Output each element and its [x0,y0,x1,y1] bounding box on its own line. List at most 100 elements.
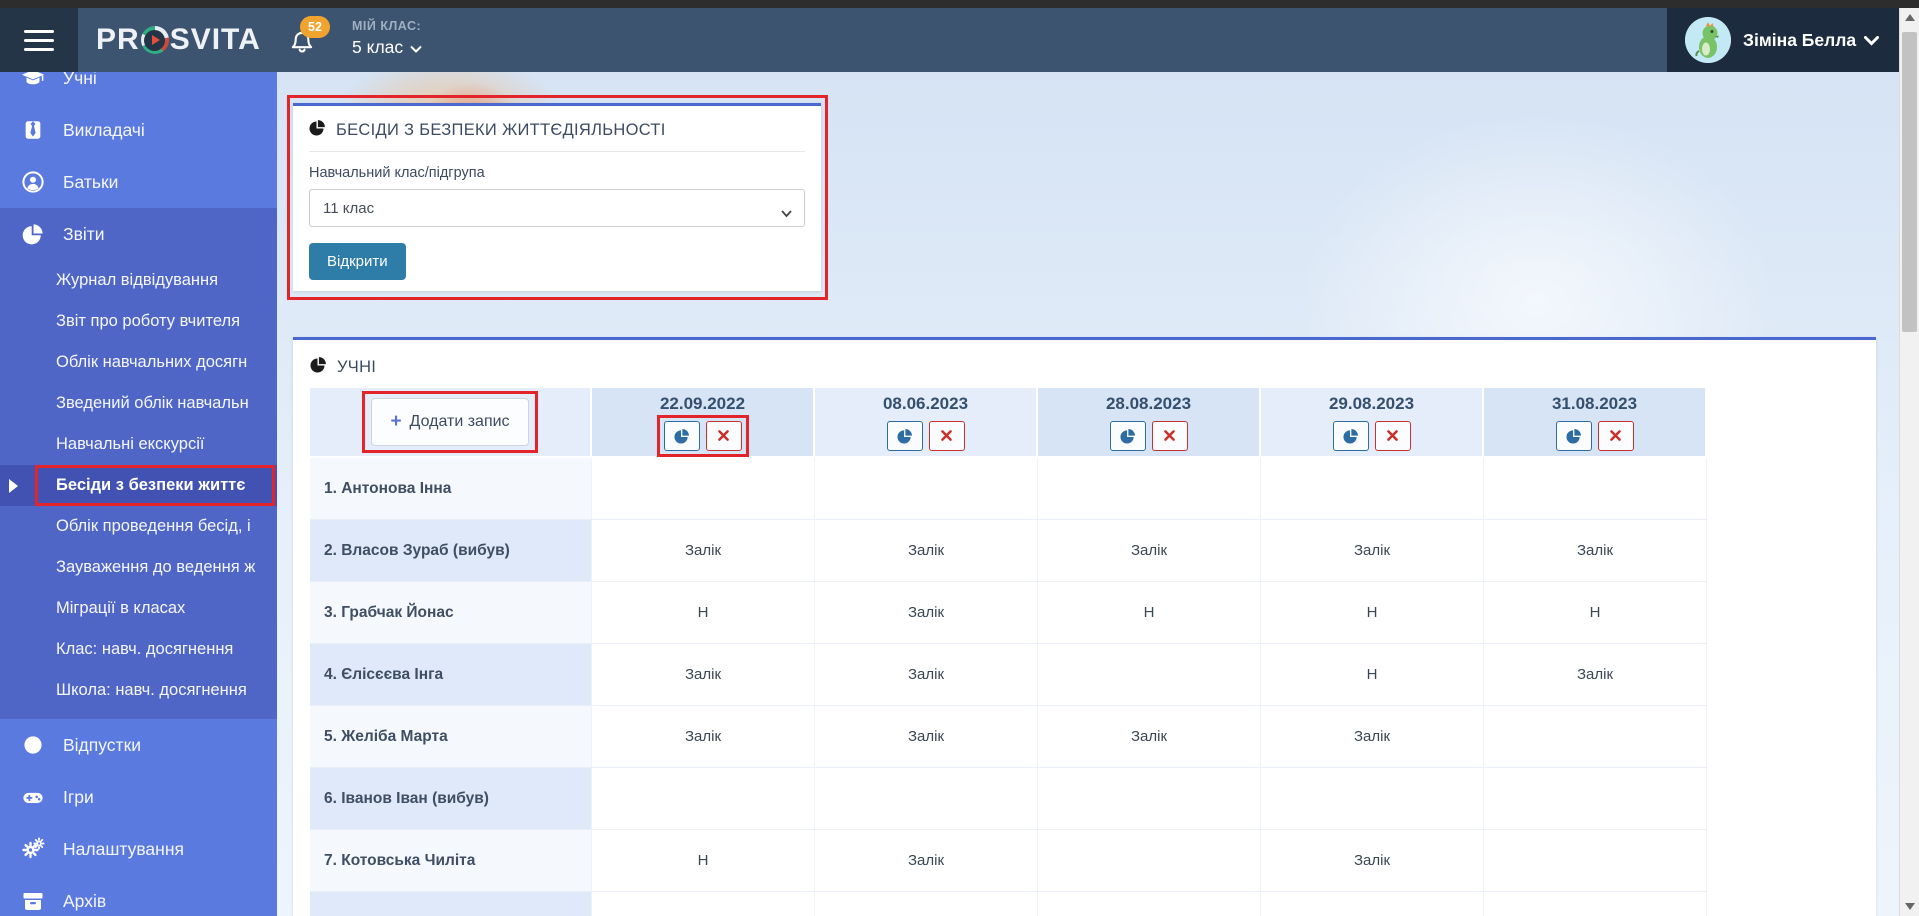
scrollbar-thumb[interactable] [1902,32,1917,332]
student-name-cell-partial [310,892,592,916]
record-value-cell [1038,644,1261,706]
column-delete-button[interactable] [1375,421,1411,451]
pie-chart-icon [310,356,327,378]
user-menu[interactable]: Зіміна Белла [1667,8,1899,72]
sidebar-item[interactable]: Налаштування [0,823,277,875]
sidebar-subitem[interactable]: Школа: навч. досягнення [0,670,277,711]
column-report-button[interactable] [1110,421,1146,451]
record-value-cell: Н [1038,582,1261,644]
sidebar-item[interactable]: Архів [0,875,277,916]
sidebar-item[interactable]: Звіти [0,208,277,260]
student-name-cell: 7. Котовська Чиліта [310,830,592,892]
filter-card-title: БЕСІДИ З БЕЗПЕКИ ЖИТТЄДІЯЛЬНОСТІ [336,121,666,140]
column-delete-button[interactable] [929,421,965,451]
students-card: УЧНІ +Додати запис22.09.2022 08.06.2023 … [293,337,1876,916]
scroll-down-button[interactable] [1900,897,1919,916]
sidebar-subitem[interactable]: Клас: навч. досягнення [0,629,277,670]
record-value-cell: Залік [592,706,815,768]
record-value-cell: Залік [815,706,1038,768]
sidebar-subitem-active[interactable]: Бесіди з безпеки життє [0,465,277,506]
sidebar-nav: Учні Викладачі Батьки ЗвітиЖурнал відвід… [0,72,277,916]
record-value-cell: Залік [592,520,815,582]
sidebar-subitem[interactable]: Облік проведення бесід, і [0,506,277,547]
archive-icon [20,889,46,913]
record-value-cell-partial [815,892,1038,916]
pie-chart-icon [309,119,326,141]
record-value-cell [815,768,1038,830]
table-header-date-cell: 28.08.2023 [1038,388,1261,458]
record-value-cell: Залік [815,644,1038,706]
students-table: +Додати запис 22.09.2022 08.06.2023 28.08… [310,388,1707,916]
bell-icon [288,45,316,62]
column-report-button[interactable] [664,421,700,451]
plus-icon: + [390,411,401,433]
user-circle-icon [20,170,46,194]
record-value-cell: Залік [1484,644,1707,706]
active-arrow-icon [9,479,18,493]
record-value-cell: Залік [592,644,815,706]
record-value-cell: Залік [1038,706,1261,768]
sidebar-item[interactable]: Батьки [0,156,277,208]
record-value-cell [1038,830,1261,892]
record-value-cell [1484,830,1707,892]
record-value-cell: Н [592,830,815,892]
record-value-cell-partial [1038,892,1261,916]
class-select[interactable]: 11 клас [309,189,805,227]
class-select-label: Навчальний клас/підгрупа [309,165,805,181]
record-value-cell: Залік [1261,520,1484,582]
record-value-cell: Н [592,582,815,644]
column-report-button[interactable] [887,421,923,451]
notifications-bell[interactable]: 52 [288,28,318,60]
sidebar-item[interactable]: Відпустки [0,719,277,771]
record-value-cell: Залік [1261,830,1484,892]
record-value-cell: Залік [1038,520,1261,582]
column-report-button[interactable] [1556,421,1592,451]
sidebar-item[interactable]: Ігри [0,771,277,823]
class-select-value: 11 клас [323,200,374,217]
sidebar-subitem[interactable]: Звіт про роботу вчителя [0,301,277,342]
brand-logo: PRSVITA [96,8,261,72]
table-header-add-cell: +Додати запис [310,388,592,458]
table-header-date-cell: 29.08.2023 [1261,388,1484,458]
select-chevron-down-icon [781,205,792,222]
sidebar-subitem[interactable]: Зауваження до ведення ж [0,547,277,588]
open-button[interactable]: Відкрити [309,243,406,280]
user-chevron-down-icon [1864,30,1879,51]
sidebar-subitem[interactable]: Міграції в класах [0,588,277,629]
hamburger-menu-button[interactable] [0,8,78,72]
column-delete-button[interactable] [1598,421,1634,451]
record-value-cell: Н [1261,582,1484,644]
sidebar-item[interactable]: Учні [0,72,277,104]
sidebar-item[interactable]: Викладачі [0,104,277,156]
column-report-button[interactable] [1333,421,1369,451]
student-name-cell: 5. Желіба Марта [310,706,592,768]
student-name-cell: 4. Єлісєєва Інга [310,644,592,706]
table-header-date-cell: 22.09.2022 [592,388,815,458]
column-date: 31.08.2023 [1552,394,1637,414]
student-name-cell: 3. Грабчак Йонас [310,582,592,644]
column-date: 08.06.2023 [883,394,968,414]
record-value-cell-partial [592,892,815,916]
column-delete-button[interactable] [706,421,742,451]
record-value-cell [1484,768,1707,830]
add-record-button[interactable]: +Додати запис [371,398,529,446]
sidebar-subitem[interactable]: Навчальні екскурсії [0,424,277,465]
record-value-cell [815,458,1038,520]
record-value-cell [1038,768,1261,830]
record-value-cell [1038,458,1261,520]
sidebar-section-reports: ЗвітиЖурнал відвідуванняЗвіт про роботу … [0,208,277,719]
graduation-cap-icon [20,72,46,90]
record-value-cell [592,768,815,830]
window-top-strip [0,0,1919,8]
my-class-value: 5 клас [352,37,403,58]
scroll-up-button[interactable] [1900,8,1919,27]
pie-chart-icon [20,222,46,246]
chevron-down-icon [410,37,422,58]
column-date: 29.08.2023 [1329,394,1414,414]
my-class-dropdown[interactable]: МІЙ КЛАС: 5 клас [352,19,422,58]
vertical-scrollbar[interactable] [1899,8,1919,916]
sidebar-subitem[interactable]: Журнал відвідування [0,260,277,301]
sidebar-subitem[interactable]: Зведений облік навчальн [0,383,277,424]
sidebar-subitem[interactable]: Облік навчальних досягн [0,342,277,383]
column-delete-button[interactable] [1152,421,1188,451]
